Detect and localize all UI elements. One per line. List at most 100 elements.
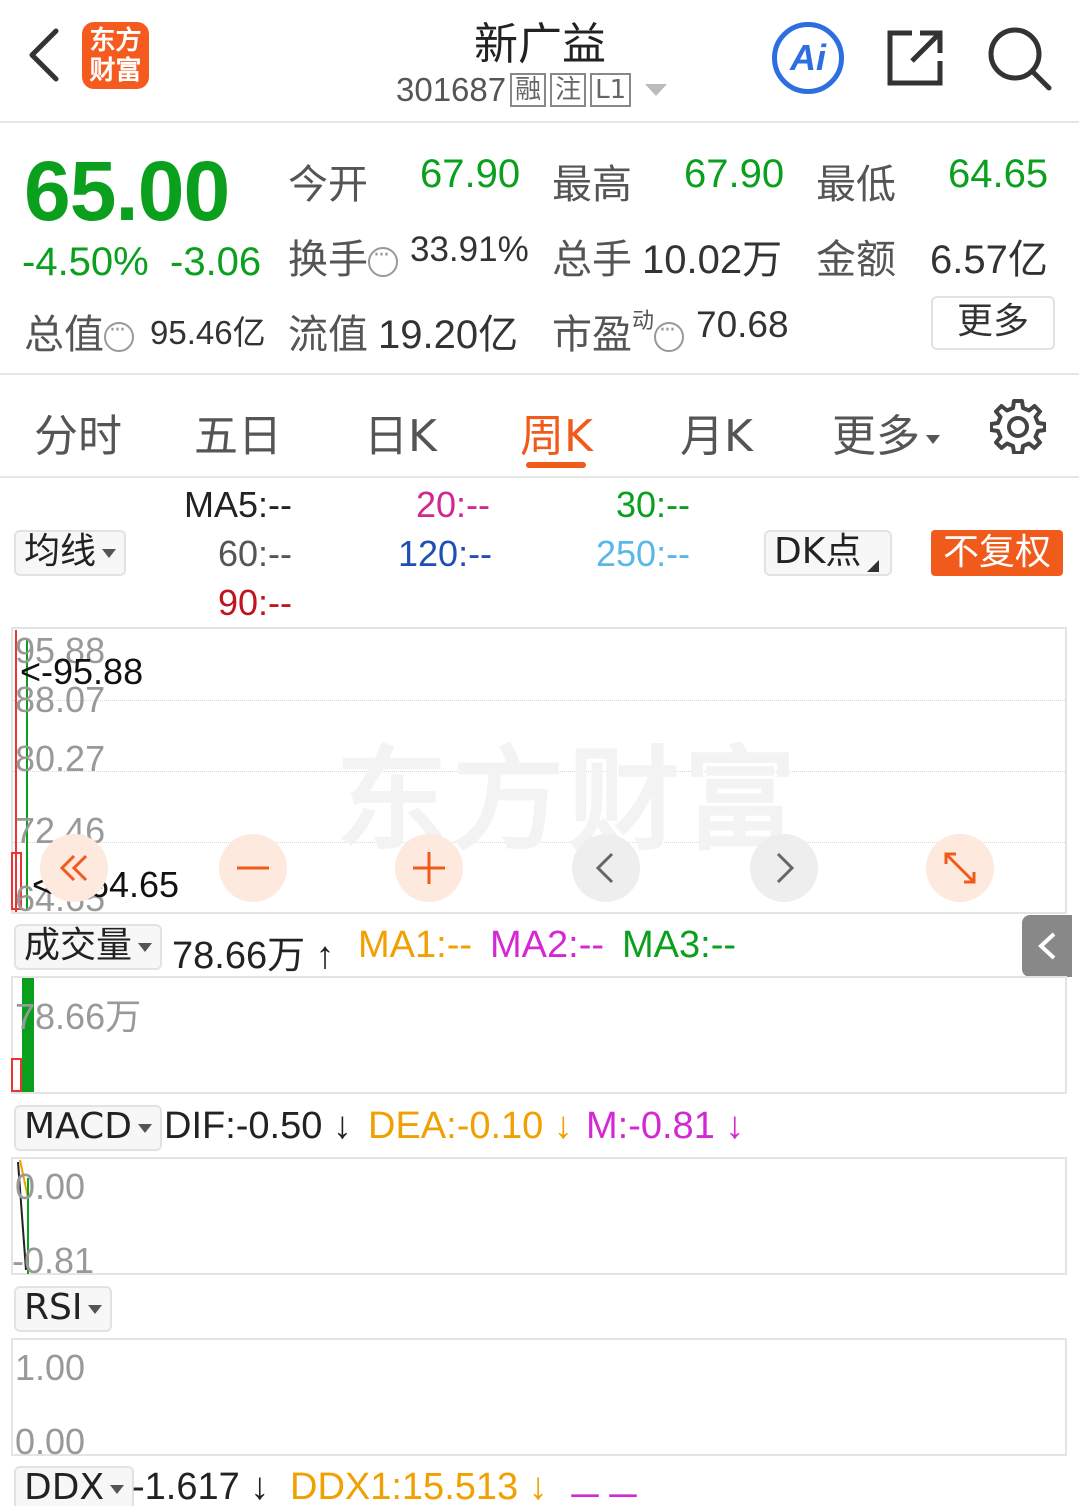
ddx1-value-text: DDX1:15.513 <box>290 1466 519 1506</box>
gridline <box>13 700 1065 701</box>
volume-dropdown-label: 成交量 <box>24 925 133 966</box>
caret-down-icon <box>88 1304 103 1314</box>
volume-chart[interactable] <box>11 976 1067 1094</box>
arrow-up-icon: ↑ <box>315 935 335 977</box>
jump-start-button[interactable] <box>40 834 108 902</box>
rsi-axis-label: 1.00 <box>15 1347 86 1388</box>
fullscreen-button[interactable] <box>926 834 994 902</box>
pe-value: 70.68 <box>696 304 789 345</box>
vol-ma3: MA3:-- <box>622 924 736 966</box>
vol-ma2: MA2:-- <box>490 924 604 966</box>
zoom-out-button[interactable] <box>219 834 287 902</box>
caret-down-icon <box>110 1484 125 1494</box>
tab-daily-k[interactable]: 日K <box>364 400 437 464</box>
stock-name: 新广益 <box>474 19 606 70</box>
chevron-down-icon[interactable] <box>645 84 668 96</box>
search-icon[interactable] <box>985 24 1055 94</box>
ddx2-value: －－ <box>566 1477 643 1506</box>
ddx-dropdown[interactable]: DDX <box>14 1466 135 1506</box>
arrow-down-icon: ↓ <box>725 1105 745 1147</box>
share-icon[interactable] <box>882 25 948 91</box>
double-chevron-left-icon <box>59 854 88 882</box>
dk-points-button[interactable]: DK点 <box>764 530 892 576</box>
amount-label: 金额 <box>816 237 896 283</box>
ma30-value: 30:-- <box>616 484 691 525</box>
pe-dynamic-sup: 动 <box>632 308 655 334</box>
arrow-down-icon: ↓ <box>250 1466 270 1506</box>
ma250-value: 250:-- <box>596 533 691 574</box>
info-icon[interactable] <box>368 243 398 277</box>
app-logo: 东方 财富 <box>82 22 149 89</box>
scroll-left-button[interactable] <box>572 834 640 902</box>
turnover-value: 33.91% <box>410 230 529 269</box>
macd-chart[interactable] <box>11 1157 1067 1275</box>
volume-axis-label: 78.66万 <box>15 996 142 1037</box>
ddx-dropdown-label: DDX <box>24 1467 105 1506</box>
market-cap-label: 总值 <box>24 302 134 360</box>
collapse-panel-button[interactable] <box>1022 915 1072 977</box>
macd-dif-text: DIF:-0.50 <box>164 1105 323 1147</box>
rsi-chart[interactable] <box>11 1338 1067 1456</box>
float-cap-value: 19.20亿 <box>378 313 519 357</box>
market-cap-label-text: 总值 <box>24 312 104 358</box>
minus-icon <box>237 866 269 870</box>
chevron-left-icon <box>595 852 614 884</box>
tab-monthly-k[interactable]: 月K <box>680 400 753 464</box>
info-icon[interactable] <box>654 318 685 352</box>
tab-intraday[interactable]: 分时 <box>34 400 122 464</box>
zoom-in-button[interactable] <box>395 834 463 902</box>
pe-label-text: 市盈 <box>552 312 632 358</box>
rsi-dropdown-label: RSI <box>24 1287 83 1328</box>
rsi-dropdown[interactable]: RSI <box>14 1286 113 1332</box>
chevron-left-icon <box>1038 932 1056 960</box>
ddx-value-text: -1.617 <box>132 1466 240 1506</box>
price-axis-label: 80.27 <box>15 738 106 779</box>
ma-dropdown[interactable]: 均线 <box>14 530 127 576</box>
volume-value: 10.02万 <box>642 238 783 282</box>
quote-more-button[interactable]: 更多 <box>931 296 1055 350</box>
tab-more[interactable]: 更多 <box>832 400 940 464</box>
vol-ma1: MA1:-- <box>358 924 472 966</box>
back-arrow-icon[interactable] <box>22 25 72 85</box>
tab-weekly-k[interactable]: 周K <box>520 400 593 464</box>
turnover-label: 换手 <box>288 227 398 285</box>
plus-icon <box>413 852 445 884</box>
caret-down-icon <box>138 942 153 952</box>
ma-dropdown-label: 均线 <box>24 531 97 572</box>
ai-assistant-button[interactable]: Ai <box>772 22 844 94</box>
adjustment-button[interactable]: 不复权 <box>931 530 1063 576</box>
open-value: 67.90 <box>420 152 521 196</box>
registration-tag: 注 <box>550 73 587 107</box>
macd-dif: DIF:-0.50 ↓ <box>164 1105 352 1148</box>
volume-dropdown[interactable]: 成交量 <box>14 924 163 970</box>
macd-dropdown-label: MACD <box>24 1106 132 1147</box>
expand-icon <box>944 852 976 884</box>
market-cap-value: 95.46亿 <box>150 314 266 351</box>
macd-axis-label: -0.81 <box>12 1240 95 1281</box>
caret-down-icon <box>102 548 117 558</box>
ddx-value: -1.617 ↓ <box>132 1466 269 1506</box>
arrow-down-icon: ↓ <box>332 1105 352 1147</box>
volume-value: 78.66万 ↑ <box>172 924 335 979</box>
high-value: 67.90 <box>684 152 785 196</box>
change-amount: -3.06 <box>170 240 262 284</box>
info-icon[interactable] <box>104 318 134 352</box>
arrow-down-icon: ↓ <box>553 1105 573 1147</box>
margin-tag: 融 <box>510 73 547 107</box>
caret-down-icon <box>926 434 940 444</box>
ma120-value: 120:-- <box>398 533 493 574</box>
arrow-down-icon: ↓ <box>528 1466 548 1506</box>
caret-down-icon <box>137 1123 152 1133</box>
stock-code-row[interactable]: 301687 融 注 L1 <box>396 70 668 110</box>
volume-bar-marker <box>11 1058 22 1092</box>
dk-points-label: DK点 <box>774 531 862 572</box>
scroll-right-button[interactable] <box>750 834 818 902</box>
tab-five-day[interactable]: 五日 <box>194 400 282 464</box>
ma60-value: 60:-- <box>218 533 293 574</box>
gear-icon[interactable] <box>990 398 1046 454</box>
level1-tag: L1 <box>590 73 632 107</box>
macd-dropdown[interactable]: MACD <box>14 1105 162 1151</box>
high-label: 最高 <box>552 162 632 208</box>
amount-value: 6.57亿 <box>930 238 1048 282</box>
macd-m-text: M:-0.81 <box>586 1105 715 1147</box>
